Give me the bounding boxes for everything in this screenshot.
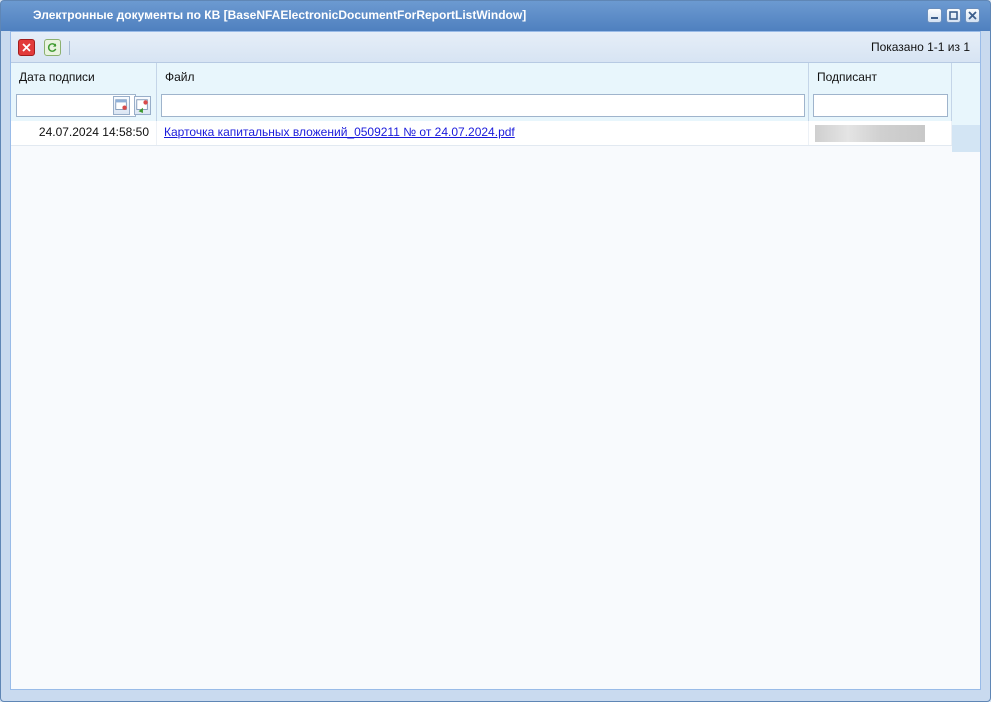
signer-filter-input[interactable]	[813, 94, 948, 117]
refresh-button[interactable]	[44, 39, 61, 56]
table-row[interactable]: 24.07.2024 14:58:50 Карточка капитальных…	[11, 121, 952, 146]
window-titlebar[interactable]: Электронные документы по КВ [BaseNFAElec…	[1, 1, 990, 31]
toolbar-separator	[69, 41, 70, 55]
maximize-icon	[949, 11, 958, 20]
column-title-file: Файл	[165, 70, 195, 84]
column-header-signer[interactable]: Подписант	[809, 63, 952, 121]
maximize-button[interactable]	[946, 8, 961, 23]
redacted-signer	[815, 125, 925, 142]
column-title-signer: Подписант	[817, 70, 878, 84]
refresh-icon	[47, 43, 57, 52]
clear-date-button[interactable]	[134, 96, 151, 115]
close-window-button[interactable]	[965, 8, 980, 23]
calendar-button[interactable]	[113, 96, 130, 115]
calendar-icon	[115, 99, 127, 110]
column-title-date: Дата подписи	[19, 70, 95, 84]
close-icon	[22, 43, 31, 52]
column-header-date[interactable]: Дата подписи	[11, 63, 157, 121]
clear-filter-icon	[136, 99, 148, 113]
paging-info: Показано 1-1 из 1	[870, 40, 970, 54]
toolbar: Показано 1-1 из 1	[11, 32, 980, 63]
minimize-button[interactable]	[927, 8, 942, 23]
header-scroll-spacer	[952, 94, 980, 152]
document-window: Электронные документы по КВ [BaseNFAElec…	[0, 0, 991, 702]
file-link[interactable]: Карточка капитальных вложений_0509211 № …	[164, 125, 515, 139]
grid-header: Дата подписи Файл Подписант	[11, 63, 980, 152]
window-body: Показано 1-1 из 1 Дата подписи Файл Подп…	[10, 31, 981, 690]
window-title: Электронные документы по КВ [BaseNFAElec…	[33, 8, 527, 22]
minimize-icon	[931, 17, 938, 19]
cell-file: Карточка капитальных вложений_0509211 № …	[157, 121, 809, 145]
close-icon	[968, 11, 977, 20]
cell-date: 24.07.2024 14:58:50	[11, 121, 157, 145]
column-header-file[interactable]: Файл	[157, 63, 809, 121]
close-button[interactable]	[18, 39, 35, 56]
cell-signer	[809, 121, 952, 145]
file-filter-input[interactable]	[161, 94, 805, 117]
